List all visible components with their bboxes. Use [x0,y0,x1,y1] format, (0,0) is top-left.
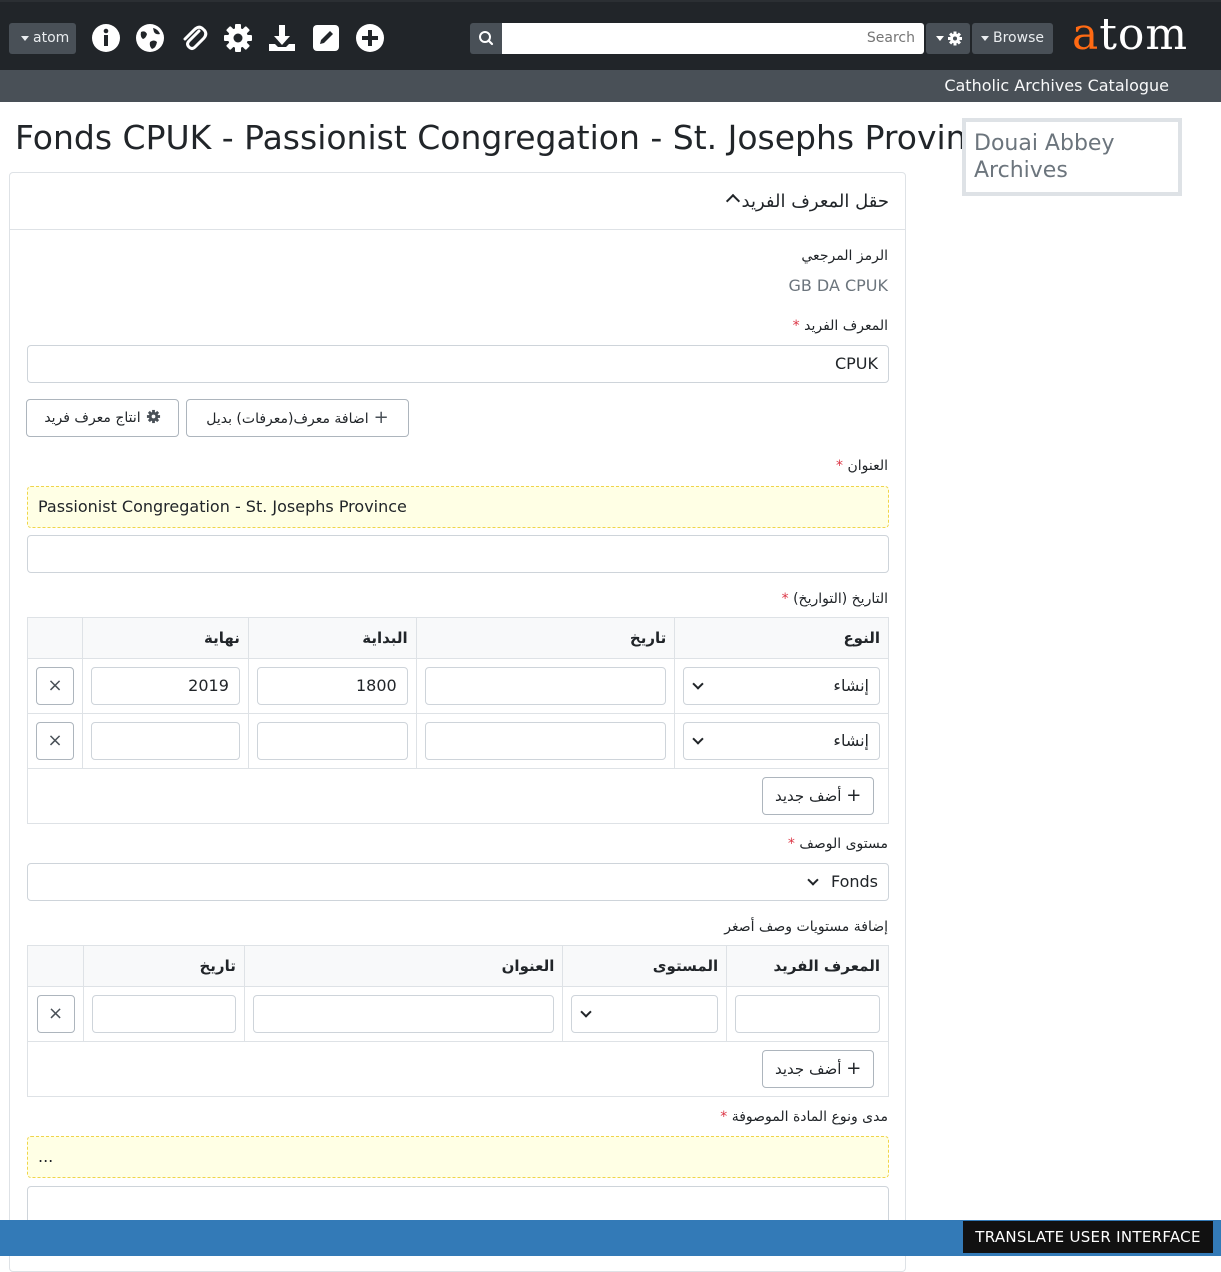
dates-header-end: نهاية [82,617,249,659]
caret-down-icon [981,35,989,41]
site-subbar: Catholic Archives Catalogue [0,70,1221,102]
table-row: × [26,986,889,1042]
gear-icon[interactable] [222,22,254,54]
plus-icon: + [846,785,862,806]
title-label: العنوان * [836,458,888,474]
dates-label: التاريخ (التواريخ) * [781,591,888,607]
search-icon [479,31,494,46]
table-row: إنشاء × [26,713,889,769]
gear-icon [146,402,161,438]
child-header-level: المستوى [562,945,728,987]
add-date-button[interactable]: + أضف جديد [762,777,875,815]
edit-icon[interactable] [310,22,342,54]
add-alternative-identifier-button[interactable]: +اضافة معرف(معرفات) بديل [186,399,409,437]
child-level-select[interactable] [571,995,719,1033]
date-type-select[interactable]: إنشاء [683,722,880,760]
identifier-label: المعرف الفريد * [792,318,888,334]
chevron-down-icon [807,874,819,886]
plus-circle-icon[interactable] [354,22,386,54]
reference-code-label: الرمز المرجعي [801,248,888,264]
browse-label: Browse [993,30,1044,46]
level-select[interactable]: Fonds [27,863,889,901]
chevron-up-icon [725,193,740,209]
caret-down-icon [21,35,29,41]
repository-box: Douai Abbey Archives [962,118,1182,196]
site-name-link[interactable]: Catholic Archives Catalogue [944,70,1169,102]
top-navbar: atom Browse atom [0,0,1221,70]
atom-menu-button[interactable]: atom [9,23,76,54]
extent-source-culture-value: ... [27,1136,889,1178]
extent-label: مدى ونوع المادة الموصوفة * [720,1109,888,1125]
level-label: مستوى الوصف * [787,836,888,852]
child-header-date: تاريخ [83,945,245,987]
remove-row-button[interactable]: × [36,722,75,760]
table-row: إنشاء 1800 2019 × [26,658,889,714]
page-title: Fonds CPUK - Passionist Congregation - S… [15,118,1005,157]
title-source-culture-value: Passionist Congregation - St. Josephs Pr… [27,486,889,528]
date-type-select[interactable]: إنشاء [683,667,880,705]
atom-menu-label: atom [33,30,70,46]
add-child-level-button[interactable]: + أضف جديد [762,1050,875,1088]
search-options-button[interactable] [926,23,970,54]
dates-header-start: البداية [247,617,417,659]
date-start-input[interactable]: 1800 [256,667,408,705]
identifier-input[interactable]: CPUK [27,345,889,383]
generate-identifier-button[interactable]: انتاج معرف فريد [26,399,179,437]
chevron-down-icon [580,1006,593,1018]
title-input[interactable] [27,535,889,573]
paperclip-icon[interactable] [178,22,210,54]
identity-area-card: حقل المعرف الفريد الرمز المرجعي GB DA CP… [9,172,906,1272]
search-button[interactable] [470,23,502,54]
child-header-title: العنوان [243,945,564,987]
child-title-input[interactable] [252,995,555,1033]
child-date-input[interactable] [92,995,236,1033]
repository-name[interactable]: Douai Abbey Archives [974,130,1170,184]
chevron-down-icon [692,733,704,745]
plus-icon: + [373,407,389,428]
remove-row-button[interactable]: × [36,995,75,1033]
atom-logo[interactable]: atom [1072,10,1188,60]
globe-icon[interactable] [134,22,166,54]
child-header-identifier: المعرف الفريد [726,945,889,987]
child-levels-table: المعرف الفريد المستوى العنوان تاريخ × + … [26,945,889,1097]
remove-row-button[interactable]: × [36,667,75,705]
plus-icon: + [846,1058,862,1079]
dates-header-date: تاريخ [415,617,676,659]
dates-table: النوع تاريخ البداية نهاية إنشاء 1800 201… [26,617,889,824]
child-identifier-input[interactable] [735,995,880,1033]
date-end-input[interactable] [91,722,240,760]
dates-header-type: النوع [674,617,889,659]
search-input[interactable] [502,23,924,54]
child-levels-label: إضافة مستويات وصف أصغر [724,919,888,935]
browse-button[interactable]: Browse [972,23,1053,54]
reference-code-value: GB DA CPUK [788,276,888,295]
translate-ui-button[interactable]: TRANSLATE USER INTERFACE [963,1221,1213,1253]
date-end-input[interactable]: 2019 [91,667,240,705]
section-title: حقل المعرف الفريد [741,191,889,212]
date-start-input[interactable] [256,722,408,760]
info-icon[interactable] [90,22,122,54]
section-header[interactable]: حقل المعرف الفريد [10,173,905,230]
chevron-down-icon [692,678,704,690]
date-display-input[interactable] [424,667,667,705]
download-icon[interactable] [266,22,298,54]
date-display-input[interactable] [424,722,667,760]
